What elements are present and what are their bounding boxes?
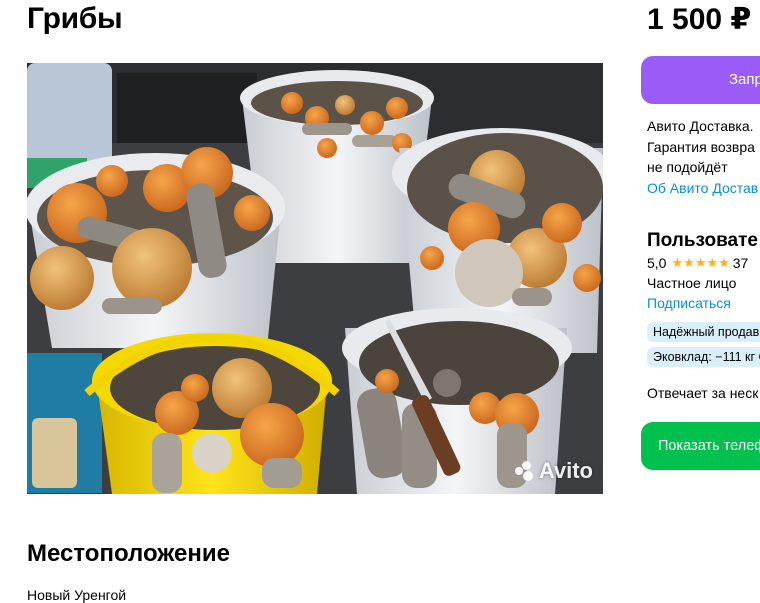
rating-stars-icon: ★★★★★ <box>671 255 730 270</box>
listing-title: Грибы <box>27 2 123 35</box>
avito-logo-icon <box>514 461 535 481</box>
listing-price: 1 500 ₽ <box>647 3 752 36</box>
delivery-line-2: Гарантия возвра <box>647 138 755 155</box>
delivery-line-1: Авито Доставка. <box>647 118 754 134</box>
reviews-count[interactable]: 37 <box>733 255 749 271</box>
location-city: Новый Уренгой <box>27 587 127 603</box>
avito-watermark: Avito <box>514 458 593 484</box>
eco-contribution-badge[interactable]: Эковклад: −111 кг С <box>647 347 760 367</box>
listing-photo[interactable]: Avito <box>27 63 603 494</box>
rating-value: 5,0 <box>647 255 667 271</box>
seller-name[interactable]: Пользовате <box>647 230 758 252</box>
delivery-link[interactable]: Об Авито Достав <box>647 178 758 199</box>
delivery-info: Авито Доставка. Гарантия возвра не подой… <box>647 116 758 198</box>
seller-rating[interactable]: 5,0 ★★★★★ 37 <box>647 255 748 271</box>
watermark-text: Avito <box>538 458 593 483</box>
subscribe-link[interactable]: Подписаться <box>647 295 731 311</box>
location-heading: Местоположение <box>27 540 230 567</box>
delivery-line-3: не подойдёт <box>647 159 728 175</box>
request-button[interactable]: Запр <box>641 56 760 104</box>
reply-time-text: Отвечает за неск <box>647 385 759 401</box>
reliable-seller-badge[interactable]: Надёжный продав <box>647 322 760 342</box>
mushroom-buckets-image <box>27 63 603 494</box>
seller-type: Частное лицо <box>647 275 737 291</box>
show-phone-button[interactable]: Показать телеф <box>641 422 760 470</box>
